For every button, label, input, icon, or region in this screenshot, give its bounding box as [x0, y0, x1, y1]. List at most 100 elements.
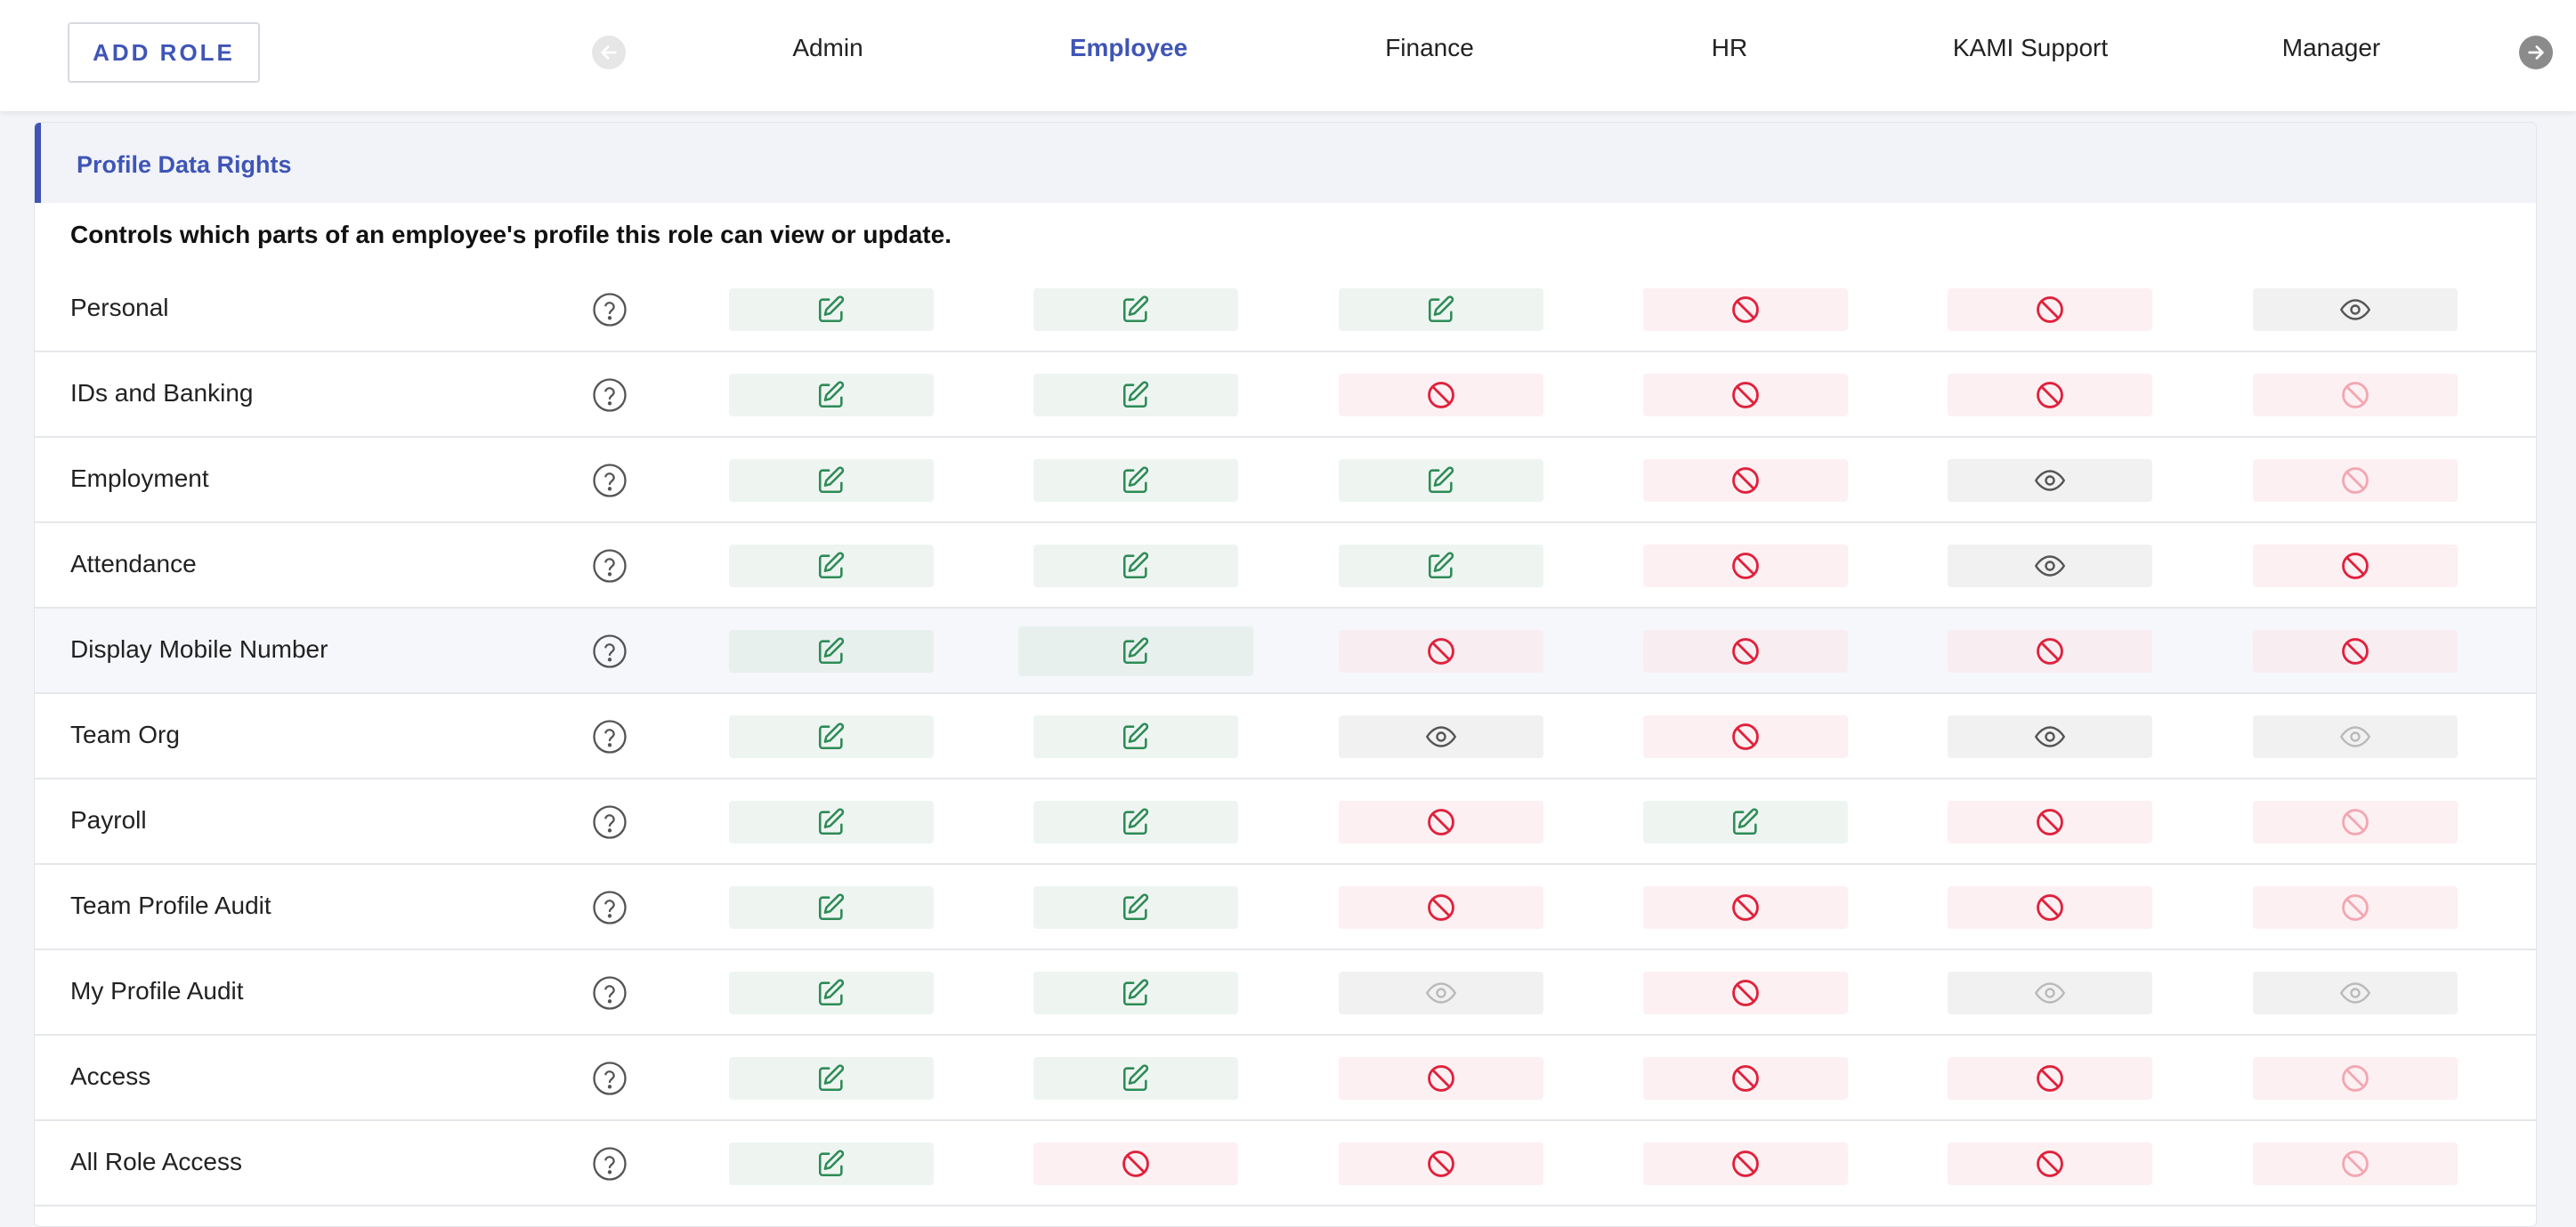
permission-toggle[interactable]	[1643, 288, 1848, 331]
permission-toggle[interactable]	[1033, 545, 1238, 587]
permission-toggle[interactable]	[2253, 715, 2458, 758]
help-circle-icon[interactable]	[592, 1146, 628, 1182]
eye-icon	[2034, 977, 2066, 1009]
eye-icon	[2339, 721, 2371, 753]
permission-toggle[interactable]	[1643, 630, 1848, 673]
permission-toggle[interactable]	[1339, 630, 1543, 673]
permission-toggle[interactable]	[729, 459, 934, 502]
permission-toggle[interactable]	[1339, 972, 1543, 1014]
permission-toggle[interactable]	[2253, 459, 2458, 502]
permission-toggle[interactable]	[729, 1057, 934, 1100]
tab-hr[interactable]: HR	[1712, 34, 1747, 69]
permission-toggle[interactable]	[729, 630, 934, 673]
permission-toggle[interactable]	[2253, 886, 2458, 929]
permission-toggle[interactable]	[1339, 374, 1543, 416]
help-circle-icon[interactable]	[592, 292, 628, 327]
permission-toggle[interactable]	[1339, 886, 1543, 929]
help-circle-icon[interactable]	[592, 1061, 628, 1096]
permission-toggle[interactable]	[1033, 801, 1238, 844]
permission-toggle[interactable]	[1339, 715, 1543, 758]
permission-toggle[interactable]	[1948, 288, 2152, 331]
permission-toggle[interactable]	[1339, 545, 1543, 587]
permission-toggle[interactable]	[1948, 459, 2152, 502]
permission-toggle[interactable]	[729, 715, 934, 758]
permission-toggle[interactable]	[1339, 801, 1543, 844]
help-circle-icon[interactable]	[592, 463, 628, 498]
section-title: Profile Data Rights	[77, 151, 292, 178]
arrow-left-icon[interactable]	[592, 36, 626, 69]
permission-toggle[interactable]	[1339, 1142, 1543, 1185]
edit-icon	[1426, 465, 1456, 496]
permission-toggle[interactable]	[1643, 1142, 1848, 1185]
permission-toggle[interactable]	[1033, 886, 1238, 929]
tab-employee[interactable]: Employee	[1070, 34, 1187, 69]
permission-toggle[interactable]	[729, 886, 934, 929]
edit-icon	[816, 892, 847, 923]
ban-icon	[1121, 1149, 1151, 1179]
permission-toggle[interactable]	[1948, 715, 2152, 758]
permission-toggle[interactable]	[1339, 288, 1543, 331]
permission-toggle[interactable]	[1033, 374, 1238, 416]
permission-toggle[interactable]	[1643, 374, 1848, 416]
edit-icon	[816, 1063, 847, 1094]
help-circle-icon[interactable]	[592, 719, 628, 755]
permission-toggle[interactable]	[1033, 972, 1238, 1014]
eye-icon	[2034, 721, 2066, 753]
tab-finance[interactable]: Finance	[1385, 34, 1474, 69]
permission-toggle[interactable]	[1033, 288, 1238, 331]
permission-toggle[interactable]	[1948, 886, 2152, 929]
permission-toggle[interactable]	[1033, 1142, 1238, 1185]
arrow-right-icon[interactable]	[2519, 36, 2553, 69]
permission-toggle[interactable]	[1948, 801, 2152, 844]
permission-toggle[interactable]	[1948, 972, 2152, 1014]
help-circle-icon[interactable]	[592, 377, 628, 413]
permission-toggle[interactable]	[1948, 1057, 2152, 1100]
permission-toggle[interactable]	[2253, 1057, 2458, 1100]
table-row: Access	[35, 1036, 2536, 1121]
help-circle-icon[interactable]	[592, 804, 628, 840]
permission-toggle[interactable]	[1033, 715, 1238, 758]
tab-admin[interactable]: Admin	[792, 34, 863, 69]
permission-toggle[interactable]	[729, 972, 934, 1014]
permission-toggle[interactable]	[729, 801, 934, 844]
help-circle-icon[interactable]	[592, 890, 628, 925]
permission-toggle[interactable]	[2253, 972, 2458, 1014]
permission-toggle[interactable]	[1643, 459, 1848, 502]
permission-toggle[interactable]	[729, 1142, 934, 1185]
permission-toggle[interactable]	[1643, 545, 1848, 587]
help-circle-icon[interactable]	[592, 634, 628, 669]
permission-toggle[interactable]	[1339, 1057, 1543, 1100]
permission-toggle[interactable]	[2253, 374, 2458, 416]
permission-toggle[interactable]	[2253, 288, 2458, 331]
edit-icon	[1121, 295, 1151, 325]
permission-toggle[interactable]	[729, 374, 934, 416]
edit-icon	[816, 465, 847, 496]
permission-toggle[interactable]	[1033, 1057, 1238, 1100]
permission-toggle[interactable]	[2253, 630, 2458, 673]
add-role-button[interactable]: ADD ROLE	[68, 22, 260, 83]
help-circle-icon[interactable]	[592, 548, 628, 584]
permission-toggle[interactable]	[1643, 886, 1848, 929]
permission-toggle[interactable]	[1948, 374, 2152, 416]
edit-icon	[1426, 551, 1456, 581]
tab-kami-support[interactable]: KAMI Support	[1953, 34, 2108, 69]
permission-toggle[interactable]	[729, 545, 934, 587]
permission-toggle[interactable]	[1948, 545, 2152, 587]
permission-toggle[interactable]	[1018, 626, 1253, 676]
permission-toggle[interactable]	[2253, 801, 2458, 844]
help-circle-icon[interactable]	[592, 975, 628, 1011]
permission-toggle[interactable]	[1033, 459, 1238, 502]
permission-toggle[interactable]	[2253, 545, 2458, 587]
permission-toggle[interactable]	[2253, 1142, 2458, 1185]
permission-toggle[interactable]	[1948, 630, 2152, 673]
edit-icon	[816, 380, 847, 410]
permission-toggle[interactable]	[1643, 972, 1848, 1014]
permission-toggle[interactable]	[1339, 459, 1543, 502]
permission-toggle[interactable]	[1643, 801, 1848, 844]
permission-toggle[interactable]	[1643, 715, 1848, 758]
permission-toggle[interactable]	[1643, 1057, 1848, 1100]
tab-manager[interactable]: Manager	[2282, 34, 2381, 69]
permission-toggle[interactable]	[729, 288, 934, 331]
row-label: Payroll	[70, 806, 147, 834]
permission-toggle[interactable]	[1948, 1142, 2152, 1185]
